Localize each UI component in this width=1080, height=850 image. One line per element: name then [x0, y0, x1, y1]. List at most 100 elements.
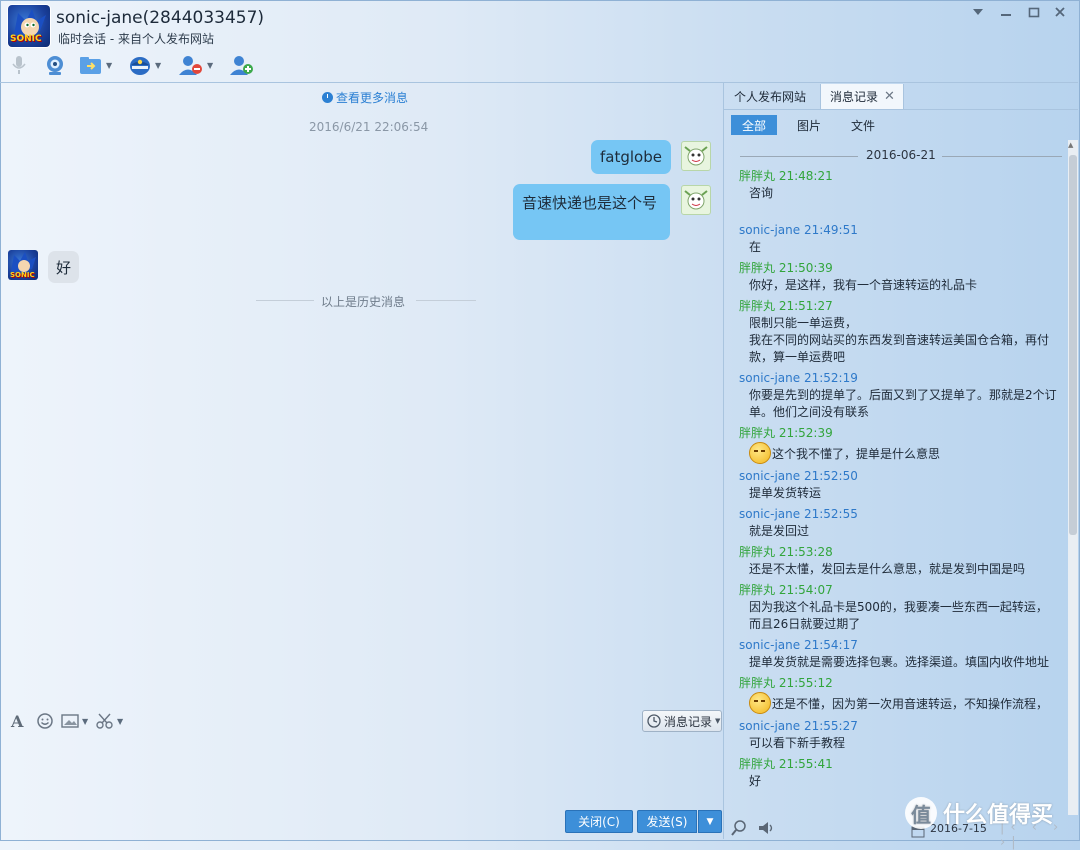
speaker-icon[interactable] — [757, 820, 775, 840]
add-friend-icon[interactable] — [229, 53, 255, 77]
menu-dropdown-icon[interactable] — [968, 6, 988, 21]
svg-text:A: A — [10, 713, 24, 729]
log-text: 就是发回过 — [749, 524, 810, 538]
date-divider-line — [942, 156, 1062, 157]
remote-assist-icon[interactable]: ▼ — [128, 53, 161, 77]
toolbar-separator — [0, 82, 1078, 83]
video-call-icon[interactable] — [43, 53, 67, 77]
pane-separator — [723, 83, 724, 839]
history-clock-icon — [647, 714, 661, 728]
history-scrollbar-thumb[interactable] — [1069, 155, 1077, 535]
contact-avatar-small[interactable]: SONIC — [8, 250, 38, 280]
voice-call-icon[interactable] — [9, 53, 29, 77]
log-text: 这个我不懂了，提单是什么意思 — [772, 447, 941, 461]
log-text: 我在不同的网站买的东西发到音速转运美国仓合箱，再付款，算一单运费吧 — [749, 333, 1050, 364]
minimize-icon[interactable] — [996, 6, 1016, 22]
maximize-icon[interactable] — [1024, 6, 1044, 22]
block-user-icon[interactable]: ▼ — [178, 53, 213, 77]
log-sender: sonic-jane 21:52:50 — [739, 469, 858, 483]
clock-icon — [322, 92, 333, 103]
remote-assist-caret-icon[interactable]: ▼ — [155, 61, 161, 70]
subtab-images[interactable]: 图片 — [786, 115, 832, 135]
log-sender: sonic-jane 21:52:19 — [739, 371, 858, 385]
history-caret-icon: ▼ — [715, 717, 721, 725]
close-tab-icon[interactable]: ✕ — [884, 89, 895, 104]
log-entry: 胖胖丸 21:55:12 还是不懂，因为第一次用音速转运，不知操作流程， — [739, 675, 1059, 714]
message-text: 好 — [56, 258, 72, 277]
message-history-log: 胖胖丸 21:48:21 咨询 sonic-jane 21:49:51 在 胖胖… — [739, 168, 1059, 794]
close-button[interactable]: 关闭(C) — [565, 810, 633, 833]
tab-separator — [724, 109, 1078, 110]
log-sender: 胖胖丸 21:48:21 — [739, 169, 833, 183]
screenshot-caret-icon[interactable]: ▼ — [117, 717, 123, 726]
log-sender: sonic-jane 21:49:51 — [739, 223, 858, 237]
message-history-button[interactable]: 消息记录 ▼ — [642, 710, 722, 732]
tab-personal-site[interactable]: 个人发布网站 — [734, 84, 814, 109]
tab-message-history[interactable]: 消息记录 ✕ — [820, 84, 904, 109]
self-avatar[interactable] — [681, 185, 711, 215]
message-timestamp: 2016/6/21 22:06:54 — [309, 120, 429, 134]
log-sender: 胖胖丸 21:55:12 — [739, 676, 833, 690]
log-sender: 胖胖丸 21:51:27 — [739, 299, 833, 313]
send-button[interactable]: 发送(S) — [637, 810, 697, 833]
contact-avatar[interactable]: SONIC — [8, 5, 50, 47]
file-transfer-caret-icon[interactable]: ▼ — [106, 61, 112, 70]
window-title: sonic-jane(2844033457) — [56, 8, 265, 28]
log-sender: 胖胖丸 21:54:07 — [739, 583, 833, 597]
subtab-all[interactable]: 全部 — [731, 115, 777, 135]
emoji-icon[interactable] — [37, 711, 53, 731]
log-text: 在 — [749, 240, 762, 254]
log-text: 提单发货转运 — [749, 486, 822, 500]
watermark-badge: 值 — [905, 797, 937, 829]
date-divider-line — [740, 156, 858, 157]
image-caret-icon[interactable]: ▼ — [82, 717, 88, 726]
view-more-label: 查看更多消息 — [336, 91, 409, 105]
log-entry: sonic-jane 21:52:50 提单发货转运 — [739, 468, 1059, 502]
screenshot-scissors-icon[interactable]: ▼ — [96, 711, 123, 731]
image-icon[interactable]: ▼ — [61, 711, 88, 731]
tab-label: 消息记录 — [830, 90, 879, 104]
log-text: 因为我这个礼品卡是500的，我要凑一些东西一起转运，而且26日就要过期了 — [749, 600, 1048, 631]
block-user-caret-icon[interactable]: ▼ — [207, 61, 213, 70]
confused-emoji-icon — [749, 442, 771, 464]
history-divider-line — [416, 300, 476, 301]
view-more-messages-link[interactable]: 查看更多消息 — [322, 89, 408, 106]
log-text: 你好，是这样，我有一个音速转运的礼品卡 — [749, 278, 978, 292]
log-sender: 胖胖丸 21:55:41 — [739, 757, 833, 771]
log-text: 咨询 — [749, 186, 774, 200]
scroll-up-arrow-icon[interactable]: ▲ — [1068, 141, 1073, 149]
log-sender: 胖胖丸 21:50:39 — [739, 261, 833, 275]
log-message-with-emoji: 还是不懂，因为第一次用音速转运，不知操作流程， — [739, 692, 1059, 714]
log-entry: sonic-jane 21:52:19 你要是先到的提单了。后面又到了又提单了。… — [739, 370, 1059, 421]
log-entry: sonic-jane 21:49:51 在 — [739, 222, 1059, 256]
log-entry: 胖胖丸 21:48:21 咨询 — [739, 168, 1059, 202]
log-text: 限制只能一单运费， — [749, 316, 858, 330]
message-text: fatglobe — [600, 148, 662, 166]
log-entry: 胖胖丸 21:54:07 因为我这个礼品卡是500的，我要凑一些东西一起转运，而… — [739, 582, 1059, 633]
file-transfer-icon[interactable]: ▼ — [79, 53, 112, 77]
tab-label: 个人发布网站 — [734, 90, 807, 104]
log-entry: 胖胖丸 21:53:28 还是不太懂，发回去是什么意思，就是发到中国是吗 — [739, 544, 1059, 578]
site-watermark: 值 什么值得买 — [905, 797, 1053, 829]
font-icon[interactable]: A — [10, 711, 26, 731]
log-entry: 胖胖丸 21:50:39 你好，是这样，我有一个音速转运的礼品卡 — [739, 260, 1059, 294]
log-sender: 胖胖丸 21:52:39 — [739, 426, 833, 440]
watermark-text: 什么值得买 — [943, 803, 1054, 828]
chat-message-self[interactable]: 音速快递也是这个号 — [513, 184, 670, 240]
window-subtitle: 临时会话 - 来自个人发布网站 — [58, 32, 214, 46]
log-text: 好 — [749, 774, 762, 788]
log-entry: 胖胖丸 21:52:39 这个我不懂了，提单是什么意思 — [739, 425, 1059, 464]
log-text: 还是不懂，因为第一次用音速转运，不知操作流程， — [772, 697, 1049, 711]
history-divider-line — [256, 300, 314, 301]
log-sender: sonic-jane 21:55:27 — [739, 719, 858, 733]
message-history-label: 消息记录 — [664, 714, 713, 729]
log-text: 还是不太懂，发回去是什么意思，就是发到中国是吗 — [749, 562, 1026, 576]
subtab-files[interactable]: 文件 — [840, 115, 886, 135]
self-avatar[interactable] — [681, 141, 711, 171]
close-window-icon[interactable] — [1050, 6, 1070, 22]
chat-message-self[interactable]: fatglobe — [591, 140, 671, 174]
search-icon[interactable] — [731, 820, 747, 840]
chat-message-other[interactable]: 好 — [48, 251, 80, 283]
message-input[interactable] — [1, 735, 723, 805]
send-options-caret-icon[interactable]: ▼ — [698, 810, 722, 833]
